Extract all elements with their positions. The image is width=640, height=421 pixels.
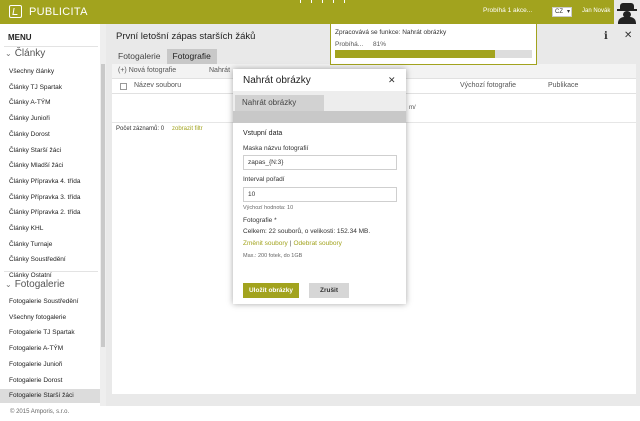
photos-label: Fotografie * [243, 217, 277, 224]
chevron-down-icon: ⌄ [5, 280, 12, 289]
remove-files-link[interactable]: Odebrat soubory [294, 240, 342, 247]
upload-photos-button[interactable]: Nahrát [209, 67, 230, 74]
sidebar-item-article[interactable]: Články Dorost [0, 128, 100, 142]
upload-limits: Max.: 200 fotek, do 1GB [243, 253, 303, 259]
mask-label: Maska názvu fotografií [243, 145, 309, 152]
notification-status: Probíhá... 81% [335, 41, 386, 48]
sidebar-item-article[interactable]: Články Starší žáci [0, 144, 100, 158]
sidebar-item-article[interactable]: Všechny články [0, 65, 100, 79]
sidebar-item-article[interactable]: Články Přípravka 3. třída [0, 191, 100, 205]
publicita-logo-icon [9, 5, 22, 18]
tab-upload-images[interactable]: Nahrát obrázky [235, 95, 324, 111]
user-name[interactable]: Jan Novák [582, 8, 610, 14]
avatar[interactable] [614, 0, 640, 24]
menu-title: MENU [8, 33, 32, 42]
sidebar-item-article[interactable]: Články A-TÝM [0, 96, 100, 110]
sidebar-item-gallery[interactable]: Fotogalerie TJ Spartak [0, 326, 100, 340]
tab-fotografie[interactable]: Fotografie [166, 49, 217, 64]
dialog-title: Nahrát obrázky [243, 75, 311, 86]
sidebar-item-article[interactable]: Články Přípravka 2. třída [0, 206, 100, 220]
interval-label: Interval pořadí [243, 176, 285, 183]
close-icon[interactable]: ✕ [388, 75, 396, 86]
scrollbar-thumb[interactable] [101, 64, 105, 347]
record-count: Počet záznamů: 0 [116, 126, 165, 132]
notification-status-text: Probíhá... [335, 41, 364, 48]
chevron-down-icon: ⌄ [5, 49, 12, 58]
page-title: První letošní zápas starších žáků [116, 31, 256, 42]
top-bar: PUBLICITA Probíhá 1 akce... CZ Jan Novák [0, 0, 640, 24]
dialog-tabbar: Nahrát obrázky [233, 91, 406, 123]
dialog-tab-strip [233, 111, 406, 123]
sidebar-item-article[interactable]: Články Soustředění [0, 253, 100, 267]
progress-fill [335, 50, 495, 58]
add-photo-button[interactable]: (+) Nová fotografie [118, 67, 176, 74]
column-default-photo[interactable]: Výchozí fotografie [460, 82, 516, 89]
file-actions: Změnit soubory | Odebrat soubory [243, 240, 342, 247]
sidebar-item-gallery[interactable]: Všechny fotogalerie [0, 311, 100, 325]
mask-input[interactable] [243, 155, 397, 170]
change-files-link[interactable]: Změnit soubory [243, 240, 288, 247]
sidebar-item-gallery[interactable]: Fotogalerie Dorost [0, 374, 100, 388]
column-publication[interactable]: Publikace [548, 82, 578, 89]
top-decoration [300, 0, 345, 3]
sidebar-item-gallery[interactable]: Fotogalerie Junioři [0, 358, 100, 372]
interval-hint: Výchozí hodnota: 10 [243, 205, 294, 211]
tab-fotogalerie[interactable]: Fotogalerie [112, 49, 167, 64]
sidebar: MENU ⌄ Články Všechny články Články TJ Sp… [0, 24, 106, 406]
info-icon[interactable]: i [604, 31, 608, 42]
section-input-data: Vstupní data [243, 130, 283, 137]
sidebar-item-gallery[interactable]: Fotogalerie Mladší žáci [0, 405, 100, 406]
save-images-button[interactable]: Uložit obrázky [243, 283, 299, 298]
divider [4, 271, 98, 272]
section-articles-label: Články [14, 48, 46, 59]
app-name: PUBLICITA [29, 5, 88, 18]
table-empty-text: m/ [409, 105, 416, 111]
progress-bar [335, 50, 532, 58]
sidebar-item-article[interactable]: Články Turnaje [0, 238, 100, 252]
brand[interactable]: PUBLICITA [9, 5, 88, 18]
sidebar-item-gallery[interactable]: Fotogalerie Starší žáci [0, 389, 100, 404]
upload-dialog: Nahrát obrázky ✕ Nahrát obrázky Vstupní … [233, 69, 406, 304]
pending-actions[interactable]: Probíhá 1 akce... [483, 7, 532, 14]
copyright: © 2015 Amporis, s.r.o. [10, 409, 70, 415]
pipe-divider: | [289, 240, 292, 247]
sidebar-item-gallery[interactable]: Fotogalerie Soustředění [0, 295, 100, 309]
divider [4, 46, 98, 47]
sidebar-item-gallery[interactable]: Fotogalerie A-TÝM [0, 342, 100, 356]
close-icon[interactable]: ✕ [624, 30, 632, 41]
main-tabs: Fotogalerie Fotografie [112, 49, 217, 64]
notification-title: Zpracovává se funkce: Nahrát obrázky [335, 29, 447, 36]
section-galleries-label: Fotogalerie [14, 279, 65, 290]
column-filename[interactable]: Název souboru [134, 82, 181, 89]
select-all-checkbox[interactable] [120, 83, 127, 90]
sidebar-item-article[interactable]: Články KHL [0, 222, 100, 236]
sidebar-item-article[interactable]: Články TJ Spartak [0, 81, 100, 95]
section-galleries[interactable]: ⌄ Fotogalerie [5, 279, 65, 290]
show-filter-link[interactable]: zobrazit filtr [172, 126, 203, 132]
progress-notification: Zpracovává se funkce: Nahrát obrázky Pro… [330, 23, 537, 65]
sidebar-item-article[interactable]: Články Mladší žáci [0, 159, 100, 173]
sidebar-item-article[interactable]: Články Junioři [0, 112, 100, 126]
notification-percent: 81% [373, 41, 387, 48]
cancel-button[interactable]: Zrušit [309, 283, 349, 298]
section-articles[interactable]: ⌄ Články [5, 48, 45, 59]
sidebar-item-article[interactable]: Články Přípravka 4. třída [0, 175, 100, 189]
interval-input[interactable] [243, 187, 397, 202]
language-select[interactable]: CZ [552, 7, 572, 17]
photos-summary: Celkem: 22 souborů, o velikosti: 152.34 … [243, 228, 371, 235]
